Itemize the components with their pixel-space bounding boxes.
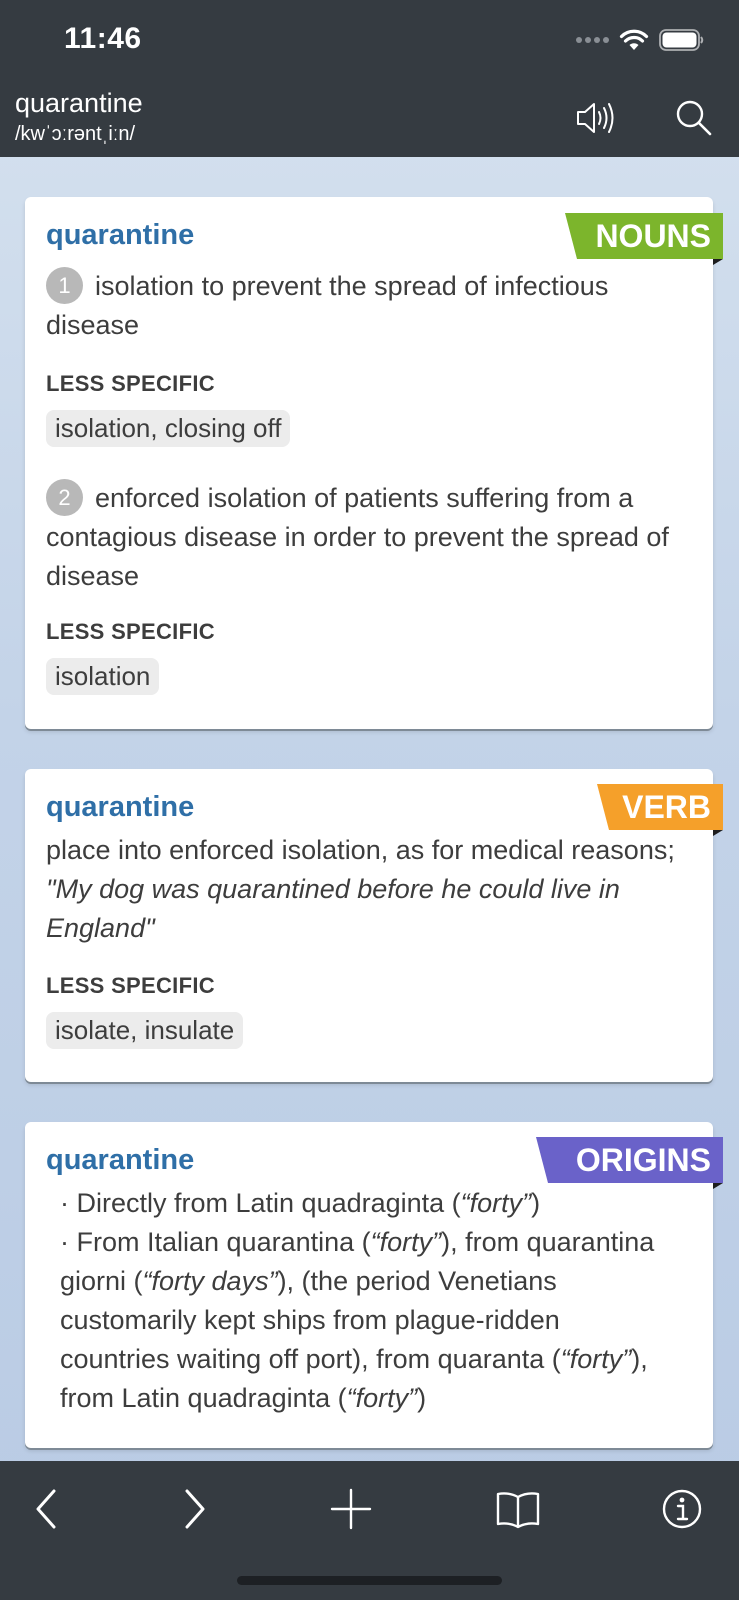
- add-button[interactable]: [323, 1481, 379, 1537]
- origins-card-word: quarantine: [46, 1144, 195, 1176]
- info-button[interactable]: [654, 1481, 710, 1537]
- less-specific-label: LESS SPECIFIC: [46, 619, 215, 644]
- bookmarks-button[interactable]: [490, 1481, 546, 1537]
- sense-number-badge: 1: [46, 267, 83, 304]
- info-icon: [662, 1489, 702, 1529]
- home-indicator: [237, 1576, 502, 1585]
- forward-button[interactable]: [166, 1481, 222, 1537]
- forward-icon: [185, 1489, 205, 1529]
- sense-number-badge: 2: [46, 479, 83, 516]
- sense-definition: isolation to prevent the spread of infec…: [46, 271, 609, 340]
- ribbon-fold: [713, 259, 723, 265]
- verb-tag: VERB: [597, 784, 723, 830]
- ribbon-fold: [713, 830, 723, 836]
- nouns-tag: NOUNS: [565, 213, 723, 259]
- wifi-icon: [619, 29, 649, 50]
- origins-text: · Directly from Latin quadraginta (“fort…: [60, 1184, 673, 1418]
- less-specific-chip[interactable]: isolation, closing off: [46, 410, 291, 447]
- speaker-button[interactable]: [572, 96, 620, 140]
- origins-tag: ORIGINS: [536, 1137, 723, 1183]
- ribbon-fold: [713, 1183, 723, 1189]
- bookmarks-icon: [496, 1492, 540, 1529]
- origin-line-1: · Directly from Latin quadraginta (“fort…: [60, 1188, 541, 1218]
- noun-sense-2: 2 enforced isolation of patients sufferin…: [46, 479, 691, 596]
- sense-definition: enforced isolation of patients suffering…: [46, 483, 669, 591]
- less-specific-label: LESS SPECIFIC: [46, 973, 215, 998]
- top-bar: 11:46 quarantine /kwˈɔːrəntˌiːn/: [0, 0, 739, 157]
- status-time: 11:46: [64, 22, 142, 55]
- origin-line-2: · From Italian quarantina (“forty”), fro…: [60, 1227, 655, 1413]
- signal-icon: [576, 37, 609, 43]
- less-specific-chip[interactable]: isolate, insulate: [46, 1012, 244, 1049]
- verb-example: "My dog was quarantined before he could …: [46, 874, 620, 943]
- verb-card: quarantine VERB place into enforced isol…: [25, 769, 723, 1082]
- verb-card-word: quarantine: [46, 791, 195, 823]
- speaker-icon: [577, 103, 614, 133]
- header-word: quarantine: [15, 88, 143, 118]
- search-button[interactable]: [670, 96, 718, 140]
- verb-definition-block: place into enforced isolation, as for me…: [46, 831, 691, 948]
- less-specific-label: LESS SPECIFIC: [46, 371, 215, 396]
- add-icon: [330, 1488, 372, 1530]
- origins-card: quarantine ORIGINS · Directly from Latin…: [25, 1122, 723, 1448]
- battery-icon: [659, 29, 704, 51]
- noun-card-word: quarantine: [46, 219, 195, 251]
- verb-definition: place into enforced isolation, as for me…: [46, 835, 675, 865]
- status-icons: [576, 26, 705, 54]
- noun-card: quarantine NOUNS 1 isolation to prevent t…: [25, 197, 723, 729]
- back-icon: [36, 1489, 56, 1529]
- noun-sense-1: 1 isolation to prevent the spread of infe…: [46, 267, 691, 345]
- search-icon: [676, 100, 712, 136]
- header-pronunciation: /kwˈɔːrəntˌiːn/: [15, 123, 136, 145]
- less-specific-chip[interactable]: isolation: [46, 658, 160, 695]
- back-button[interactable]: [19, 1481, 75, 1537]
